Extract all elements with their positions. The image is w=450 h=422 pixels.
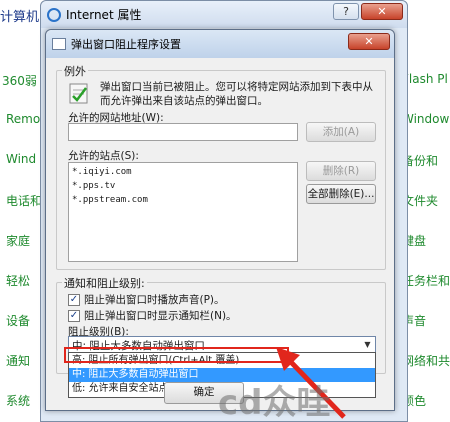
- cp-left-item[interactable]: Wind: [6, 152, 36, 166]
- control-panel-title: 计算机ι: [0, 10, 44, 25]
- remove-button[interactable]: 删除(R): [306, 161, 376, 181]
- add-button[interactable]: 添加(A): [306, 122, 376, 142]
- cp-left-item[interactable]: 系统: [6, 392, 30, 409]
- notify-bar-checkbox-row[interactable]: ✓ 阻止弹出窗口时显示通知栏(N)。: [68, 308, 237, 323]
- help-button[interactable]: ?: [333, 3, 359, 20]
- cp-right-item[interactable]: 网络和共: [402, 352, 450, 369]
- address-input[interactable]: [68, 123, 298, 141]
- cp-right-item[interactable]: 任务栏和: [402, 272, 450, 289]
- popup-dialog-title: 弹出窗口阻止程序设置: [71, 38, 181, 51]
- notify-bar-checkbox[interactable]: ✓: [68, 309, 80, 322]
- close-button[interactable]: ✕: [361, 3, 403, 20]
- popup-dialog-titlebar[interactable]: 弹出窗口阻止程序设置: [46, 30, 394, 58]
- cp-right-item[interactable]: Window: [402, 112, 449, 126]
- sound-checkbox[interactable]: ✓: [68, 293, 80, 306]
- watermark-logo: cd众哇: [218, 383, 331, 422]
- notify-bar-checkbox-label: 阻止弹出窗口时显示通知栏(N)。: [84, 310, 237, 322]
- cp-right-item[interactable]: Flash Pl: [402, 72, 448, 86]
- cp-left-item[interactable]: 轻松: [6, 272, 30, 289]
- allowed-sites-label: 允许的站点(S):: [68, 150, 139, 162]
- exceptions-legend: 例外: [62, 63, 88, 79]
- cp-left-item[interactable]: Remo: [6, 112, 40, 126]
- cp-left-item[interactable]: 通知: [6, 352, 30, 369]
- window-icon: [52, 38, 66, 50]
- cp-left-item[interactable]: 家庭: [6, 232, 30, 249]
- allowed-sites-list[interactable]: *.iqiyi.com *.pps.tv *.ppstream.com: [68, 162, 298, 262]
- cp-left-item[interactable]: 360弱: [2, 72, 37, 89]
- cp-left-item[interactable]: 电话和: [6, 192, 42, 209]
- cp-left-item[interactable]: 设备: [6, 312, 30, 329]
- notification-legend: 通知和阻止级别:: [62, 275, 147, 291]
- list-item[interactable]: *.iqiyi.com: [69, 165, 297, 179]
- sound-checkbox-row[interactable]: ✓ 阻止弹出窗口时播放声音(P)。: [68, 292, 225, 307]
- list-item[interactable]: *.ppstream.com: [69, 193, 297, 207]
- dialog-close-button[interactable]: ✕: [348, 33, 390, 50]
- internet-explorer-icon: [47, 7, 61, 22]
- sound-checkbox-label: 阻止弹出窗口时播放声音(P)。: [84, 294, 225, 306]
- remove-all-button[interactable]: 全部删除(E)...: [306, 184, 376, 204]
- chevron-down-icon[interactable]: ▼: [360, 337, 375, 352]
- list-item[interactable]: *.pps.tv: [69, 179, 297, 193]
- info-notepad-icon: [69, 83, 88, 104]
- internet-properties-title: Internet 属性: [66, 8, 142, 22]
- exceptions-description: 弹出窗口当前已被阻止。您可以将特定网站添加到下表中从而允许弹出来自该站点的弹出窗…: [100, 81, 373, 107]
- annotation-highlight-box: [64, 347, 289, 363]
